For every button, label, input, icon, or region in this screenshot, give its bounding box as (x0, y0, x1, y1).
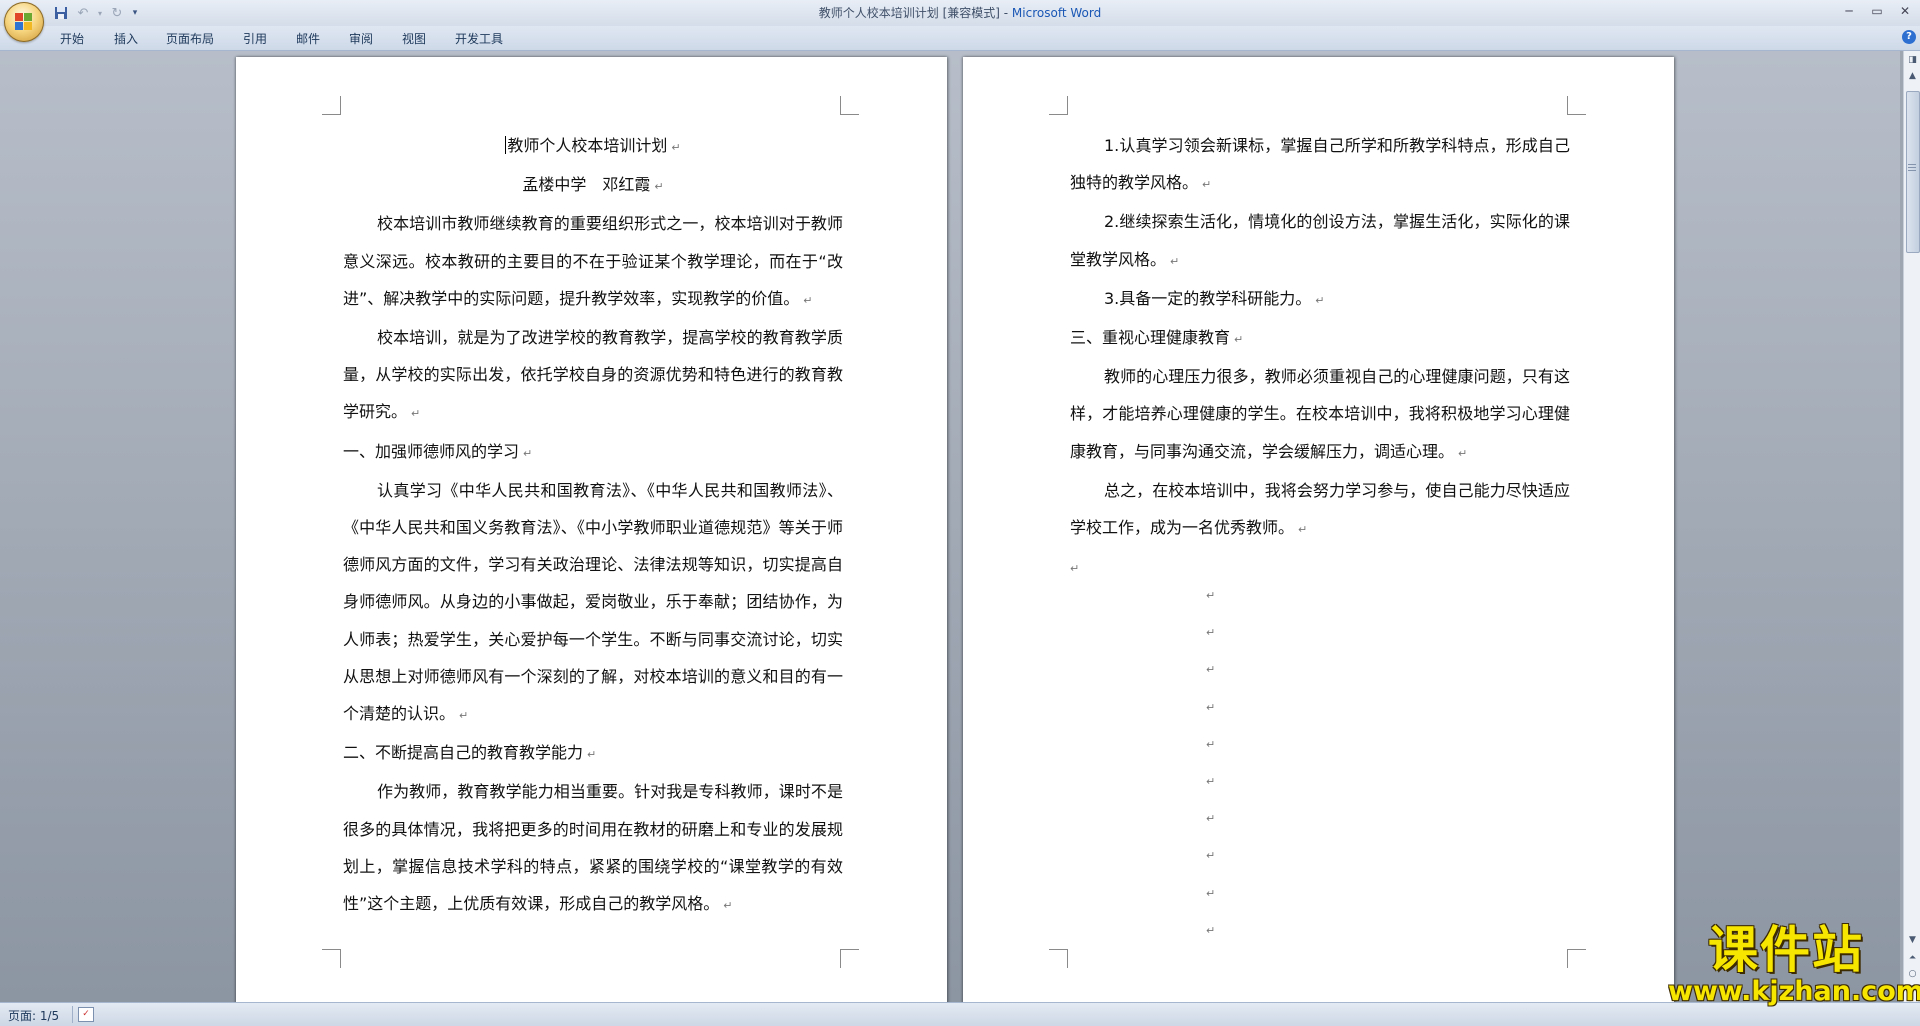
crop-mark (840, 96, 859, 115)
tab-insert[interactable]: 插入 (114, 30, 138, 47)
status-separator (72, 1006, 73, 1023)
ribbon-tabs: 开始 插入 页面布局 引用 邮件 审阅 视图 开发工具 (0, 26, 1920, 51)
crop-mark (1567, 96, 1586, 115)
help-icon[interactable]: ? (1902, 30, 1916, 44)
doc-empty-paragraph: ↵ (1070, 562, 1080, 576)
close-icon[interactable]: ✕ (1894, 2, 1916, 20)
site-watermark: 课件站 www.kjzhan.com (1668, 921, 1920, 1007)
heading-text: 三、重视心理健康教育 (1070, 328, 1231, 348)
paragraph-text: 2.继续探索生活化，情境化的创设方法，掌握生活化，实际化的课堂教学风格。 (1070, 212, 1570, 269)
heading-text: 一、加强师德师风的学习 (343, 441, 520, 461)
crop-mark (1049, 949, 1068, 968)
doc-heading: 三、重视心理健康教育 ↵ (1070, 328, 1244, 348)
window-title: 教师个人校本培训计划 [兼容模式] - Microsoft Word (0, 4, 1920, 21)
watermark-logo-text: 课件站 (1708, 921, 1864, 979)
vertical-scrollbar[interactable]: ◨ ▲ ▼ ⏶ ○ ⏷ (1903, 51, 1920, 1002)
document-title: 教师个人校本培训计划 (507, 136, 668, 155)
scroll-up-icon[interactable]: ▲ (1905, 69, 1920, 84)
tab-mailings[interactable]: 邮件 (296, 30, 320, 47)
doc-heading: 一、加强师德师风的学习 ↵ (343, 441, 533, 461)
tab-page-layout[interactable]: 页面布局 (166, 30, 214, 47)
office-button[interactable] (4, 2, 44, 42)
doc-paragraph: 1.认真学习领会新课标，掌握自己所学和所教学科特点，形成自己独特的教学风格。 ↵ (1070, 136, 1570, 193)
crop-mark (1567, 949, 1586, 968)
heading-text: 二、不断提高自己的教育教学能力 (343, 743, 584, 763)
doc-paragraph: 校本培训，就是为了改进学校的教育教学，提高学校的教育教学质量，从学校的实际出发，… (343, 328, 843, 422)
paragraph-text: 教师的心理压力很多，教师必须重视自己的心理健康问题，只有这样，才能培养心理健康的… (1070, 367, 1570, 461)
scroll-down-icon[interactable]: ▼ (1905, 933, 1920, 948)
document-page-2[interactable]: 1.认真学习领会新课标，掌握自己所学和所教学科特点，形成自己独特的教学风格。 ↵ … (963, 57, 1674, 1007)
paragraph-text: 3.具备一定的教学科研能力。 (1104, 288, 1312, 308)
window-title-document: 教师个人校本培训计划 [兼容模式] - (818, 6, 1012, 20)
office-logo-icon (15, 13, 33, 31)
previous-page-icon[interactable]: ⏶ (1905, 951, 1920, 966)
scroll-thumb[interactable] (1906, 91, 1920, 253)
ruler-toggle-icon[interactable]: ◨ (1905, 53, 1920, 68)
paragraph-text: 1.认真学习领会新课标，掌握自己所学和所教学科特点，形成自己独特的教学风格。 (1070, 136, 1570, 193)
document-page-1[interactable]: 教师个人校本培训计划 ↵ 孟楼中学 邓红霞 ↵ 校本培训市教师继续教育的重要组织形式… (236, 57, 947, 1007)
document-workspace: 教师个人校本培训计划 ↵ 孟楼中学 邓红霞 ↵ 校本培训市教师继续教育的重要组织形式… (0, 51, 1900, 1007)
tab-view[interactable]: 视图 (402, 30, 426, 47)
window-title-app: Microsoft Word (1011, 6, 1102, 20)
crop-mark (322, 96, 341, 115)
tab-home[interactable]: 开始 (60, 30, 84, 47)
maximize-icon[interactable]: ▭ (1866, 2, 1888, 20)
paragraph-text: 作为教师，教育教学能力相当重要。针对我是专科教师，课时不是很多的具体情况，我将把… (343, 782, 843, 914)
empty-paragraph-marks: ↵ ↵ ↵ ↵ ↵ ↵ ↵ ↵ ↵ ↵ (1206, 589, 1216, 937)
status-bar: 页面: 1/5 ✓ (0, 1002, 1920, 1026)
watermark-url: www.kjzhan.com (1668, 976, 1920, 1007)
paragraph-text: 校本培训市教师继续教育的重要组织形式之一，校本培训对于教师意义深远。校本教研的主… (343, 214, 843, 308)
crop-mark (1049, 96, 1068, 115)
page-2-body[interactable]: 1.认真学习领会新课标，掌握自己所学和所教学科特点，形成自己独特的教学风格。 ↵ … (1070, 127, 1570, 587)
paragraph-text: 认真学习《中华人民共和国教育法》、《中华人民共和国教师法》、《中华人民共和国义务… (343, 480, 843, 724)
doc-paragraph: 作为教师，教育教学能力相当重要。针对我是专科教师，课时不是很多的具体情况，我将把… (343, 782, 843, 914)
paragraph-text: 总之，在校本培训中，我将会努力学习参与，使自己能力尽快适应学校工作，成为一名优秀… (1070, 480, 1570, 538)
tab-developer[interactable]: 开发工具 (455, 30, 503, 47)
page-count-status[interactable]: 页面: 1/5 (8, 1007, 59, 1024)
title-bar: ↶ ▾ ↻ ▾ 教师个人校本培训计划 [兼容模式] - Microsoft Wo… (0, 0, 1920, 26)
crop-mark (322, 949, 341, 968)
minimize-icon[interactable]: ─ (1838, 2, 1860, 20)
tab-references[interactable]: 引用 (243, 30, 267, 47)
doc-paragraph: 3.具备一定的教学科研能力。 ↵ (1104, 288, 1325, 308)
doc-paragraph: 2.继续探索生活化，情境化的创设方法，掌握生活化，实际化的课堂教学风格。 ↵ (1070, 212, 1570, 269)
tab-review[interactable]: 审阅 (349, 30, 373, 47)
doc-paragraph: 认真学习《中华人民共和国教育法》、《中华人民共和国教师法》、《中华人民共和国义务… (343, 480, 843, 724)
proofing-status-icon[interactable]: ✓ (78, 1007, 94, 1022)
doc-paragraph: 总之，在校本培训中，我将会努力学习参与，使自己能力尽快适应学校工作，成为一名优秀… (1070, 480, 1570, 538)
crop-mark (840, 949, 859, 968)
document-author: 孟楼中学 邓红霞 (522, 175, 651, 195)
doc-paragraph: 校本培训市教师继续教育的重要组织形式之一，校本培训对于教师意义深远。校本教研的主… (343, 214, 843, 308)
doc-heading: 二、不断提高自己的教育教学能力 ↵ (343, 743, 597, 763)
doc-paragraph: 孟楼中学 邓红霞 ↵ (522, 175, 664, 195)
page-1-body[interactable]: 教师个人校本培训计划 ↵ 孟楼中学 邓红霞 ↵ 校本培训市教师继续教育的重要组织形式… (343, 127, 843, 924)
scroll-grip-icon (1908, 164, 1916, 165)
doc-paragraph: 教师个人校本培训计划 ↵ (505, 136, 681, 155)
doc-paragraph: 教师的心理压力很多，教师必须重视自己的心理健康问题，只有这样，才能培养心理健康的… (1070, 367, 1570, 461)
window-controls: ─ ▭ ✕ (1838, 2, 1916, 20)
